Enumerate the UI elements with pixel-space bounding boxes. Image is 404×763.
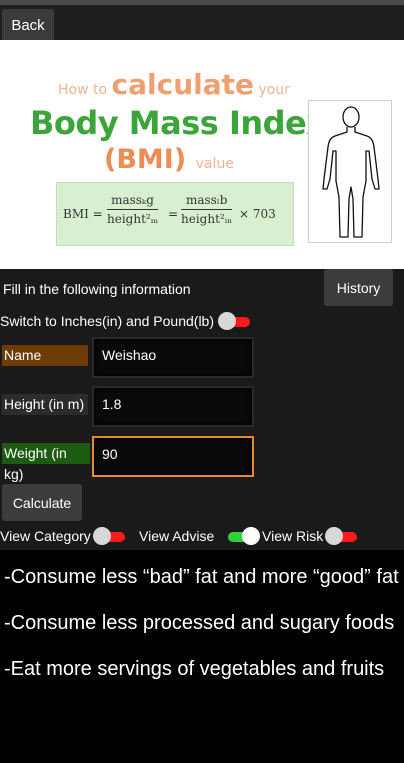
height-label: Height (in m) [2, 394, 88, 415]
weight-label: Weight (in kg) [2, 443, 90, 482]
formula-den-metric: height²ₘ [107, 212, 159, 226]
back-button[interactable]: Back [2, 9, 54, 42]
formula-num-imperial: massₗb [181, 193, 233, 210]
howto-prefix: How to [58, 82, 112, 98]
top-bar: Back [0, 5, 404, 42]
toggle-knob [325, 527, 344, 545]
view-risk-label: View Risk [262, 528, 324, 544]
unit-switch-toggle[interactable] [218, 312, 252, 330]
bmi-banner-image: How to calculate your Body Mass Index (B… [0, 40, 404, 269]
advice-panel: -Consume less “bad” fat and more “good” … [0, 550, 404, 763]
formula-den-imperial: height²ᵢₙ [181, 212, 233, 226]
form-heading: Fill in the following information [3, 281, 191, 297]
advice-item: -Eat more servings of vegetables and fru… [4, 658, 385, 680]
toggle-knob [242, 527, 261, 545]
advice-item: -Consume less processed and sugary foods [4, 612, 395, 634]
view-risk-item: View Risk [262, 527, 359, 545]
name-field[interactable]: Weishao [92, 337, 254, 378]
formula-lhs: BMI = [63, 207, 103, 221]
name-label: Name [2, 345, 88, 366]
advice-item: -Consume less “bad” fat and more “good” … [4, 566, 399, 588]
weight-field[interactable]: 90 [92, 436, 254, 477]
view-advise-toggle[interactable] [226, 527, 261, 545]
unit-switch-label: Switch to Inches(in) and Pound(lb) [0, 313, 214, 329]
unit-switch-row: Switch to Inches(in) and Pound(lb) [0, 312, 252, 330]
toggle-knob [218, 312, 236, 330]
toggle-knob [92, 527, 111, 545]
calculate-button[interactable]: Calculate [2, 484, 82, 521]
form-heading-row: Fill in the following information Histor… [0, 269, 404, 309]
human-silhouette-icon [308, 100, 392, 243]
formula-fraction-metric: massₖg height²ₘ [107, 193, 159, 226]
howto-big: calculate [111, 68, 255, 101]
view-category-label: View Category [0, 528, 91, 544]
howto-suffix: your [254, 82, 290, 98]
formula-equals: = [168, 207, 179, 221]
bmi-abbrev: (BMI) [104, 144, 187, 175]
value-word: value [195, 156, 234, 172]
view-category-toggle[interactable] [92, 527, 127, 545]
formula-num-metric: massₖg [107, 193, 159, 210]
how-to-calculate-text: How to calculate your [58, 68, 290, 101]
view-toggles-row: View Category View Advise View Risk [0, 527, 404, 547]
view-risk-toggle[interactable] [325, 527, 359, 545]
view-advise-label: View Advise [139, 528, 215, 544]
bmi-formula: BMI = massₖg height²ₘ = massₗb height²ᵢₙ… [56, 182, 294, 246]
view-category-item: View Category [0, 527, 127, 545]
formula-fraction-imperial: massₗb height²ᵢₙ [181, 193, 233, 226]
history-button[interactable]: History [324, 269, 393, 306]
formula-multiplier: × 703 [239, 207, 276, 221]
height-field[interactable]: 1.8 [92, 386, 254, 427]
view-advise-item: View Advise [139, 527, 261, 545]
banner-bmi: (BMI) value [104, 144, 234, 175]
banner-title: Body Mass Index [30, 104, 327, 142]
